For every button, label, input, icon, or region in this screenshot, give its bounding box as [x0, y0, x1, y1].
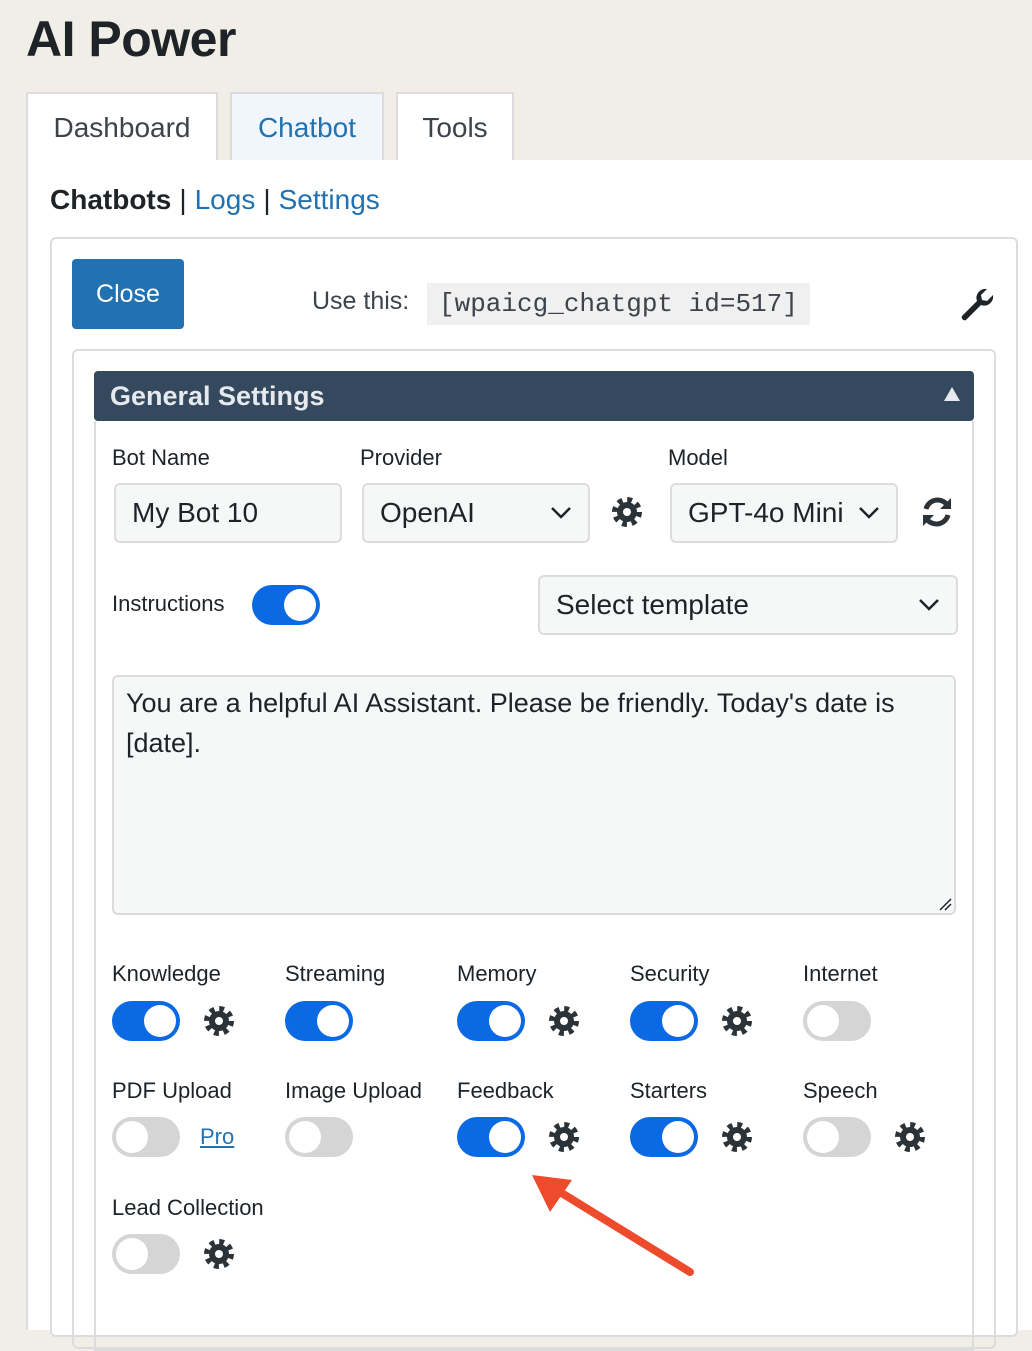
- provider-gear-icon[interactable]: [608, 493, 646, 531]
- pdf-upload-toggle[interactable]: [112, 1117, 180, 1157]
- toggle-knob: [662, 1121, 694, 1153]
- toggle-knob: [289, 1121, 321, 1153]
- feedback-gear-icon[interactable]: [545, 1118, 583, 1156]
- toggle-knob: [489, 1121, 521, 1153]
- toggle-knob: [317, 1005, 349, 1037]
- instructions-label: Instructions: [112, 591, 225, 616]
- pro-link[interactable]: Pro: [200, 1124, 234, 1150]
- tab-chatbot[interactable]: Chatbot: [230, 92, 384, 162]
- internet-label: Internet: [803, 961, 878, 986]
- starters-toggle[interactable]: [630, 1117, 698, 1157]
- model-value: GPT-4o Mini: [688, 497, 844, 528]
- instructions-toggle[interactable]: [252, 585, 320, 625]
- memory-toggle[interactable]: [457, 1001, 525, 1041]
- toggle-knob: [284, 589, 316, 621]
- bot-name-input[interactable]: My Bot 10: [114, 483, 342, 543]
- instructions-textarea[interactable]: You are a helpful AI Assistant. Please b…: [112, 675, 956, 915]
- starters-label: Starters: [630, 1078, 708, 1103]
- refresh-icon[interactable]: [918, 493, 956, 531]
- tab-dashboard[interactable]: Dashboard: [26, 92, 218, 162]
- bot-name-label: Bot Name: [112, 445, 210, 470]
- model-select[interactable]: GPT-4o Mini: [670, 483, 898, 543]
- provider-select[interactable]: OpenAI: [362, 483, 590, 543]
- shortcode-value[interactable]: [wpaicg_chatgpt id=517]: [427, 283, 810, 325]
- tab-tools[interactable]: Tools: [396, 92, 514, 162]
- memory-label: Memory: [457, 961, 537, 986]
- chevron-down-icon: [551, 507, 571, 519]
- internet-toggle[interactable]: [803, 1001, 871, 1041]
- security-gear-icon[interactable]: [718, 1002, 756, 1040]
- lead-collection-toggle[interactable]: [112, 1234, 180, 1274]
- general-settings-header[interactable]: General Settings: [94, 371, 974, 421]
- starters-gear-icon[interactable]: [718, 1118, 756, 1156]
- sub-navigation: Chatbots | Logs | Settings: [50, 184, 380, 216]
- security-toggle[interactable]: [630, 1001, 698, 1041]
- toggle-knob: [116, 1238, 148, 1270]
- subnav-chatbots: Chatbots: [50, 184, 172, 215]
- toggle-knob: [807, 1121, 839, 1153]
- subnav-settings-link[interactable]: Settings: [279, 184, 380, 216]
- toggle-knob: [116, 1121, 148, 1153]
- model-label: Model: [668, 445, 728, 470]
- feedback-label: Feedback: [457, 1078, 554, 1103]
- streaming-label: Streaming: [285, 961, 386, 986]
- toggle-knob: [807, 1005, 839, 1037]
- chatbot-panel: Chatbots | Logs | Settings Close Use thi…: [26, 160, 1032, 1351]
- toggle-knob: [662, 1005, 694, 1037]
- subnav-logs-link[interactable]: Logs: [195, 184, 256, 216]
- template-select[interactable]: Select template: [538, 575, 958, 635]
- app-title: AI Power: [26, 11, 236, 67]
- bot-name-value: My Bot 10: [132, 497, 259, 528]
- instructions-text: You are a helpful AI Assistant. Please b…: [126, 688, 895, 758]
- shortcode-label: Use this:: [312, 287, 410, 315]
- image-upload-toggle[interactable]: [285, 1117, 353, 1157]
- general-settings-title: General Settings: [110, 380, 325, 411]
- knowledge-toggle[interactable]: [112, 1001, 180, 1041]
- security-label: Security: [630, 961, 710, 986]
- close-button[interactable]: Close: [72, 259, 184, 329]
- speech-gear-icon[interactable]: [891, 1118, 929, 1156]
- provider-label: Provider: [360, 445, 442, 470]
- pdf-upload-label: PDF Upload: [112, 1078, 232, 1103]
- template-value: Select template: [556, 589, 749, 620]
- chevron-down-icon: [919, 599, 939, 611]
- speech-label: Speech: [803, 1078, 878, 1103]
- streaming-toggle[interactable]: [285, 1001, 353, 1041]
- resize-handle-icon[interactable]: [936, 895, 952, 911]
- subnav-separator: |: [179, 184, 187, 215]
- subnav-separator: |: [263, 184, 271, 215]
- provider-value: OpenAI: [380, 497, 475, 528]
- chevron-down-icon: [859, 507, 879, 519]
- lead-collection-label: Lead Collection: [112, 1195, 264, 1220]
- wrench-icon[interactable]: [957, 285, 997, 325]
- image-upload-label: Image Upload: [285, 1078, 422, 1103]
- knowledge-gear-icon[interactable]: [200, 1002, 238, 1040]
- collapse-caret-icon[interactable]: [944, 387, 960, 401]
- annotation-arrow-icon: [532, 1175, 694, 1276]
- feedback-toggle[interactable]: [457, 1117, 525, 1157]
- knowledge-label: Knowledge: [112, 961, 221, 986]
- toggle-knob: [144, 1005, 176, 1037]
- toggle-knob: [489, 1005, 521, 1037]
- memory-gear-icon[interactable]: [545, 1002, 583, 1040]
- speech-toggle[interactable]: [803, 1117, 871, 1157]
- lead-collection-gear-icon[interactable]: [200, 1235, 238, 1273]
